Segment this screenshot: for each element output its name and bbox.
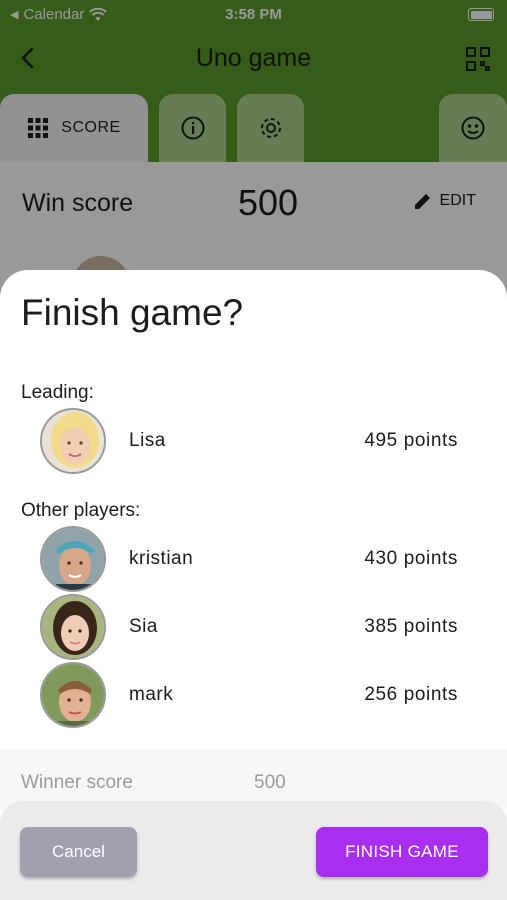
winner-score-value: 500	[254, 772, 286, 793]
winner-score-label: Winner score	[21, 772, 133, 793]
player-row: kristian 430 points	[40, 526, 470, 592]
dialog-action-bar: Cancel FINISH GAME	[0, 801, 507, 900]
player-name: kristian	[129, 548, 194, 569]
finish-game-dialog: Finish game? Leading: Lisa 495 points Ot…	[0, 270, 507, 900]
player-row: mark 256 points	[40, 662, 470, 728]
finish-game-button[interactable]: FINISH GAME	[316, 827, 488, 877]
avatar	[40, 526, 106, 592]
player-points: 385 points	[364, 616, 458, 637]
avatar	[40, 408, 106, 474]
dialog-title: Finish game?	[21, 292, 244, 333]
leading-player-row: Lisa 495 points	[40, 408, 470, 474]
winner-score-row: Winner score 500	[0, 749, 507, 809]
other-players-label: Other players:	[21, 500, 141, 521]
player-name: Sia	[129, 616, 158, 637]
avatar	[40, 662, 106, 728]
player-points: 495 points	[364, 430, 458, 451]
player-row: Sia 385 points	[40, 594, 470, 660]
player-name: mark	[129, 684, 174, 705]
leading-label: Leading:	[21, 382, 94, 403]
player-name: Lisa	[129, 430, 166, 451]
player-points: 256 points	[364, 684, 458, 705]
cancel-button[interactable]: Cancel	[20, 827, 137, 877]
player-points: 430 points	[364, 548, 458, 569]
avatar	[40, 594, 106, 660]
